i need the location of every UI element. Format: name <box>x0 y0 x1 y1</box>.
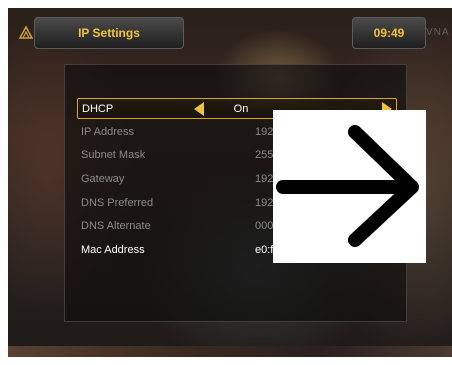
setting-label: Gateway <box>81 173 125 185</box>
setting-label: DNS Alternate <box>81 220 151 232</box>
background-floor <box>8 346 452 357</box>
clock: 09:49 <box>352 17 426 49</box>
setting-label: DNS Preferred <box>81 197 154 209</box>
screen-title: IP Settings <box>34 17 184 49</box>
arrow-overlay <box>273 110 426 263</box>
setting-label: Subnet Mask <box>81 149 146 161</box>
background-channel-logo: VNA <box>426 27 450 38</box>
satellite-dish-logo-icon <box>18 25 34 39</box>
setting-label: Mac Address <box>81 244 145 256</box>
arrow-right-icon <box>276 125 419 247</box>
setting-label: IP Address <box>81 126 134 138</box>
